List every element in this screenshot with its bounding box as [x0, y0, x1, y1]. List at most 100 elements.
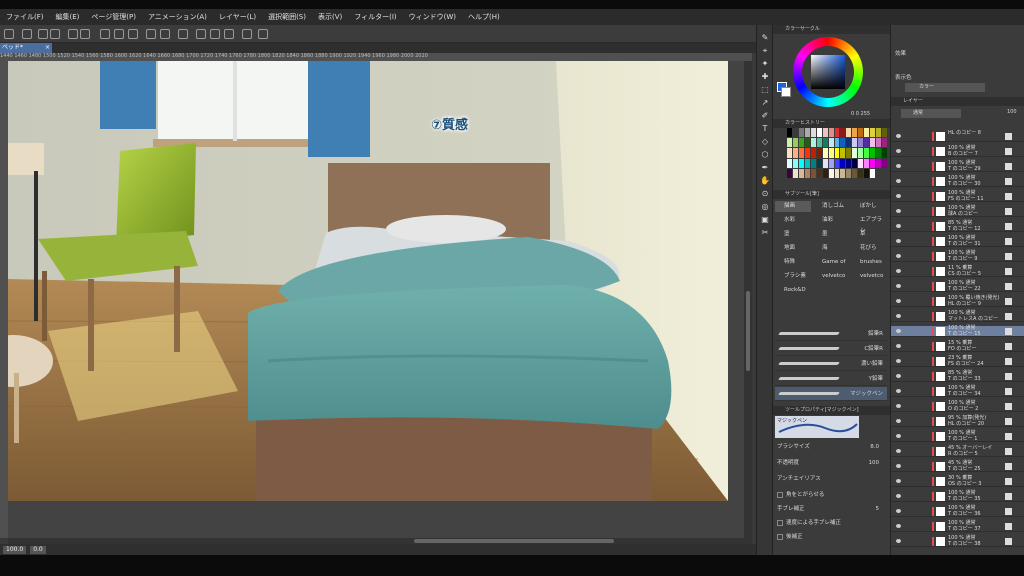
palette-swatch[interactable]	[798, 158, 804, 168]
layer-row[interactable]: 11 % 乗算 CS のコピー 5	[891, 265, 1024, 277]
palette-swatch[interactable]	[870, 158, 876, 168]
layer-row[interactable]: 85 % 通常 T のコピー 33	[891, 370, 1024, 382]
layer-row[interactable]: 100 % 通常 T のコピー 15	[891, 325, 1024, 337]
tool-icon[interactable]: ✎	[760, 33, 770, 43]
subtool-group-item[interactable]: 地面	[775, 243, 811, 254]
palette-swatch[interactable]	[787, 158, 792, 168]
palette-swatch[interactable]	[810, 158, 816, 168]
menu-item[interactable]: ヘルプ(H)	[468, 12, 500, 22]
eye-icon[interactable]	[896, 434, 901, 438]
eye-icon[interactable]	[896, 209, 901, 213]
palette-swatch[interactable]	[816, 138, 822, 148]
tool-icon[interactable]: ◎	[760, 202, 770, 212]
eye-icon[interactable]	[896, 164, 901, 168]
palette-swatch[interactable]	[846, 168, 852, 178]
color-palette[interactable]	[787, 128, 887, 178]
subtool-group-item[interactable]: 草	[851, 229, 887, 240]
palette-swatch[interactable]	[792, 138, 798, 148]
speed-stabilization-row[interactable]: 速度による手ブレ補正	[777, 518, 887, 529]
eye-icon[interactable]	[896, 524, 901, 528]
palette-swatch[interactable]	[882, 128, 887, 138]
tool-icon[interactable]: ⬚	[760, 85, 770, 95]
eye-icon[interactable]	[896, 479, 901, 483]
layer-row[interactable]: 100 % 通常 T のコピー 30	[891, 175, 1024, 187]
palette-swatch[interactable]	[834, 148, 840, 158]
layer-row[interactable]: HL のコピー 8	[891, 130, 1024, 142]
palette-swatch[interactable]	[858, 148, 864, 158]
layer-row[interactable]: 100 % 通常 T のコピー 9	[891, 250, 1024, 262]
layer-row[interactable]: 100 % 通常 T のコピー 36	[891, 505, 1024, 517]
palette-swatch[interactable]	[864, 148, 870, 158]
palette-swatch[interactable]	[846, 128, 852, 138]
tool-icon[interactable]: ✋	[760, 176, 770, 186]
palette-swatch[interactable]	[870, 168, 876, 178]
palette-swatch[interactable]	[792, 158, 798, 168]
color-wheel[interactable]	[793, 37, 863, 107]
toolbar-command-icon[interactable]	[178, 29, 188, 39]
subtool-group-item[interactable]: 油彩	[813, 215, 849, 226]
layer-row[interactable]: 100 % 通常 T のコピー 35	[891, 490, 1024, 502]
palette-swatch[interactable]	[804, 148, 810, 158]
palette-swatch[interactable]	[858, 158, 864, 168]
sub-color-swatch[interactable]	[781, 87, 791, 97]
palette-swatch[interactable]	[810, 168, 816, 178]
palette-swatch[interactable]	[792, 168, 798, 178]
palette-swatch[interactable]	[864, 128, 870, 138]
palette-swatch[interactable]	[798, 148, 804, 158]
stabilization-value[interactable]: 5	[876, 504, 880, 515]
palette-swatch[interactable]	[816, 158, 822, 168]
subtool-group-item[interactable]: 特殊	[775, 257, 811, 268]
palette-swatch[interactable]	[852, 128, 858, 138]
palette-swatch[interactable]	[840, 158, 846, 168]
palette-swatch[interactable]	[834, 128, 840, 138]
palette-swatch[interactable]	[864, 168, 870, 178]
menu-item[interactable]: 表示(V)	[318, 12, 342, 22]
palette-swatch[interactable]	[852, 168, 858, 178]
palette-swatch[interactable]	[852, 148, 858, 158]
brush-size-row[interactable]: ブラシサイズ 8.0	[777, 442, 887, 453]
eye-icon[interactable]	[896, 134, 901, 138]
scroll-thumb[interactable]	[746, 291, 750, 371]
eye-icon[interactable]	[896, 299, 901, 303]
menu-item[interactable]: ウィンドウ(W)	[409, 12, 456, 22]
layer-row[interactable]: 45 % オーバーレイ R のコピー 5	[891, 445, 1024, 457]
eye-icon[interactable]	[896, 374, 901, 378]
eye-icon[interactable]	[896, 359, 901, 363]
antialias-row[interactable]: アンチエイリアス	[777, 474, 887, 485]
menu-item[interactable]: フィルター(I)	[354, 12, 396, 22]
opacity-row[interactable]: 不透明度 100	[777, 458, 887, 469]
menu-item[interactable]: ページ管理(P)	[91, 12, 136, 22]
palette-swatch[interactable]	[834, 138, 840, 148]
menu-item[interactable]: 編集(E)	[56, 12, 80, 22]
brush-item[interactable]: マジックペン	[775, 387, 887, 401]
palette-swatch[interactable]	[828, 168, 834, 178]
post-correction-row[interactable]: 後補正	[777, 532, 887, 543]
brush-size-value[interactable]: 8.0	[870, 442, 879, 453]
palette-swatch[interactable]	[846, 138, 852, 148]
layer-row[interactable]: 45 % 通常 T のコピー 25	[891, 460, 1024, 472]
eye-icon[interactable]	[896, 239, 901, 243]
palette-swatch[interactable]	[828, 148, 834, 158]
layer-row[interactable]: 100 % 通常 T のコピー 22	[891, 280, 1024, 292]
brush-item[interactable]: 濃い鉛筆	[775, 357, 887, 371]
palette-swatch[interactable]	[804, 138, 810, 148]
subtool-group-item[interactable]: 描画	[775, 201, 811, 212]
palette-swatch[interactable]	[810, 138, 816, 148]
palette-swatch[interactable]	[876, 138, 882, 148]
toolbar-command-icon[interactable]	[242, 29, 252, 39]
palette-swatch[interactable]	[840, 148, 846, 158]
taper-row[interactable]: 角をとがらせる	[777, 490, 887, 501]
tool-icon[interactable]: ▣	[760, 215, 770, 225]
palette-swatch[interactable]	[798, 128, 804, 138]
layer-row[interactable]: 100 % 通常 O のコピー 2	[891, 400, 1024, 412]
palette-swatch[interactable]	[816, 168, 822, 178]
palette-swatch[interactable]	[834, 158, 840, 168]
toolbar-command-icon[interactable]	[146, 29, 156, 39]
palette-swatch[interactable]	[822, 138, 828, 148]
palette-swatch[interactable]	[792, 148, 798, 158]
subtool-group-item[interactable]: Rock&D	[775, 285, 811, 296]
toolbar-command-icon[interactable]	[128, 29, 138, 39]
eye-icon[interactable]	[896, 404, 901, 408]
palette-swatch[interactable]	[828, 128, 834, 138]
toolbar-command-icon[interactable]	[114, 29, 124, 39]
